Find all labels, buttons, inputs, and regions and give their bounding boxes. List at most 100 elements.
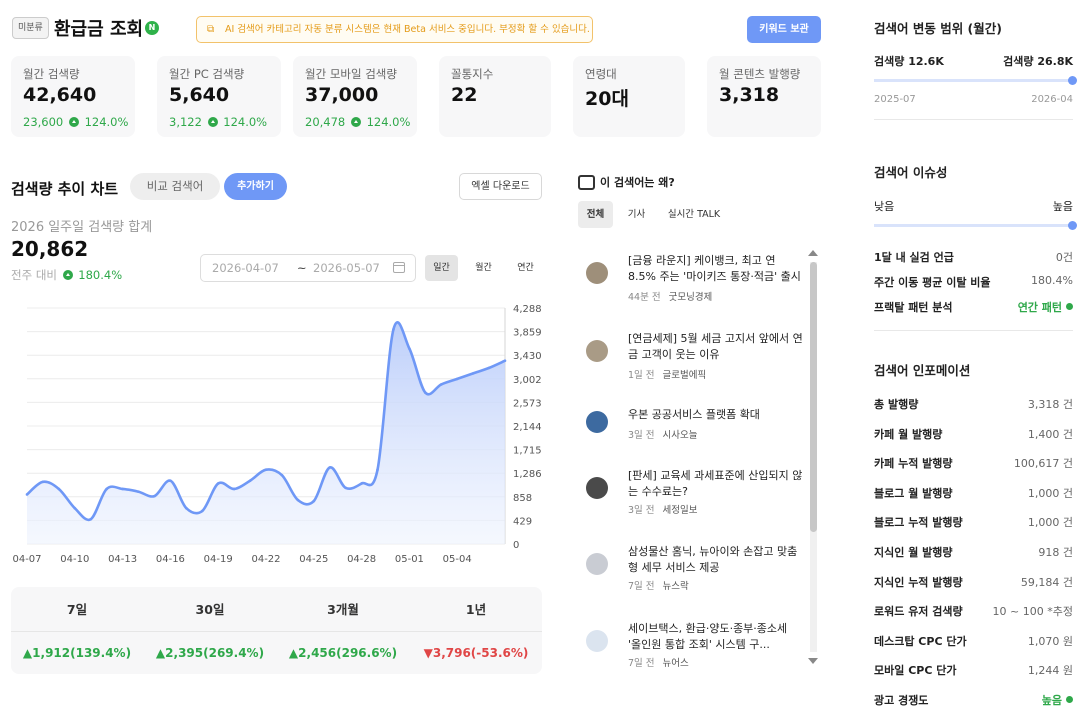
info-row-value: 3,318 건 [1028,396,1073,412]
news-title[interactable]: 세이브택스, 환급·양도·종부·종소세 '올인원 통합 조회' 시스템 구... [628,621,803,653]
stat-card-content: 월 콘텐츠 발행량 3,318 [707,56,821,137]
news-meta: 1일 전 글로벌에픽 [628,367,706,381]
news-meta: 44분 전 굿모닝경제 [628,289,712,303]
tab-all[interactable]: 전체 [578,201,613,228]
scrollbar-thumb[interactable] [810,262,817,532]
stat-value: 37,000 [305,84,379,106]
info-row-value: 59,184 건 [1021,574,1073,590]
news-source: 세정일보 [662,505,698,516]
data-point [471,372,475,375]
news-item[interactable]: [금융 라운지] 케이뱅크, 최고 연 8.5% 주는 '마이키즈 통장·적금'… [586,253,803,303]
news-thumbnail [586,411,608,433]
issue-row-value: 0건 [1055,251,1073,264]
info-row-label: 광고 경쟁도 [874,694,929,707]
info-row: 데스크탑 CPC 단가 1,070 원 [874,633,1073,651]
period-yearly[interactable]: 연간 [509,255,542,281]
excel-download-button[interactable]: 엑셀 다운로드 [459,173,542,200]
news-item[interactable]: [연금세제] 5월 세금 고지서 앞에서 연금 고객이 웃는 이유 1일 전 글로… [586,331,803,381]
news-item[interactable]: [판세] 교육세 과세표준에 산입되지 않는 수수료는? 3일 전 세정일보 [586,468,803,516]
period-value-text: 1,912(139.4%) [32,646,132,660]
issue-row-value: 180.4% [1031,274,1073,287]
news-title[interactable]: 삼성물산 홈닉, 뉴아이와 손잡고 맞춤형 세무 서비스 제공 [628,544,803,576]
stat-label: 월간 검색량 [23,67,80,81]
info-row-value-text: 높음 [1041,694,1062,707]
data-point [57,487,61,491]
beta-notice-text: AI 검색어 카테고리 자동 분류 시스템은 현재 Beta 서비스 중입니다.… [225,24,590,35]
news-item[interactable]: 세이브택스, 환급·양도·종부·종소세 '올인원 통합 조회' 시스템 구...… [586,621,801,669]
news-time: 44분 전 [628,292,661,303]
scroll-up-icon[interactable] [808,250,818,256]
compare-keyword-button[interactable]: 비교 검색어 [130,173,220,200]
data-point [169,479,172,483]
info-row-value: 높음 [1042,692,1073,708]
news-source: 굿모닝경제 [668,292,713,303]
data-point [73,506,77,510]
x-tick-label: 04-25 [299,554,328,565]
range-min-label: 검색량 12.6K [874,55,944,68]
data-point [360,482,363,485]
date-range-picker[interactable]: 2026-04-07 ~ 2026-05-07 [200,254,416,282]
calendar-icon[interactable] [393,262,405,273]
stat-change: 23,600 124.0% [23,115,128,129]
period-header-row: 7일 30일 3개월 1년 [11,587,542,632]
issue-row-label: 프랙탈 패턴 분석 [874,301,953,314]
news-meta: 7일 전 뉴어스 [628,655,689,669]
wow-pct: 180.4% [78,268,123,282]
news-thumbnail [586,262,608,284]
x-tick-label: 05-01 [395,554,424,565]
fractal-pattern-value: 연간 패턴 [1017,301,1062,314]
news-source: 뉴어스 [662,658,689,669]
news-scrollbar[interactable] [808,250,818,664]
stat-change-value: 3,122 [169,115,202,129]
period-daily[interactable]: 일간 [425,255,458,281]
x-tick-label: 04-28 [347,554,376,565]
x-tick-label: 04-07 [12,554,41,565]
info-row-value: 918 건 [1038,544,1073,560]
period-header: 7일 [66,602,88,617]
up-arrow-icon [62,270,73,280]
data-point [487,366,491,370]
news-meta: 3일 전 세정일보 [628,502,698,516]
why-keyword-title-text: 이 검색어는 왜? [600,176,675,189]
stat-card-monthly: 월간 검색량 42,640 23,600 124.0% [11,56,135,137]
date-from[interactable]: 2026-04-07 [212,255,279,281]
date-to[interactable]: 2026-05-07 [313,255,380,281]
issue-row-label: 1달 내 실검 언급 [874,251,954,264]
scroll-down-icon[interactable] [808,658,818,664]
up-arrow-icon [350,117,361,127]
news-title[interactable]: [판세] 교육세 과세표준에 산입되지 않는 수수료는? [628,468,803,500]
period-value-text: 2,456(296.6%) [298,646,398,660]
data-point [376,468,379,471]
info-row-label: 총 발행량 [874,398,919,411]
notice-icon: ⧉ [207,24,215,35]
news-title[interactable]: 우본 공공서비스 플랫폼 확대 [628,407,803,423]
stat-change-pct: 124.0% [84,115,129,129]
stat-change-value: 23,600 [23,115,64,129]
info-row-value: 1,400 건 [1028,426,1073,442]
news-item[interactable]: 삼성물산 홈닉, 뉴아이와 손잡고 맞춤형 세무 서비스 제공 7일 전 뉴스락 [586,544,801,592]
data-point [408,347,411,350]
date-separator: ~ [297,261,307,275]
info-row-label: 데스크탑 CPC 단가 [874,634,967,648]
info-row-value-text: 1,000 건 [1027,516,1073,530]
news-time: 7일 전 [628,658,655,669]
period-monthly[interactable]: 월간 [467,255,500,281]
add-keyword-button[interactable]: 추가하기 [224,173,287,200]
tab-articles[interactable]: 기사 [619,201,654,228]
issue-row: 1달 내 실검 언급 0건 [874,249,1073,267]
news-item[interactable]: 우본 공공서비스 플랫폼 확대 3일 전 시사오늘 [586,407,803,441]
news-title[interactable]: [연금세제] 5월 세금 고지서 앞에서 연금 고객이 웃는 이유 [628,331,803,363]
info-row: 카페 누적 발행량 100,617 건 [874,455,1073,473]
news-thumbnail [586,553,608,575]
info-row-value: 10 ~ 100 *추정 [993,603,1073,619]
save-keyword-button[interactable]: 키워드 보관 [747,16,821,43]
stat-change: 3,122 124.0% [169,115,267,129]
tab-realtime-talk[interactable]: 실시간 TALK [662,201,726,228]
news-time: 3일 전 [628,505,655,516]
y-tick-label: 429 [513,516,532,527]
data-point [232,487,236,491]
issue-row-value: 연간 패턴 [1018,299,1073,315]
beta-notice: ⧉ AI 검색어 카테고리 자동 분류 시스템은 현재 Beta 서비스 중입니… [196,16,593,43]
news-title[interactable]: [금융 라운지] 케이뱅크, 최고 연 8.5% 주는 '마이키즈 통장·적금'… [628,253,803,285]
data-point [41,480,45,484]
